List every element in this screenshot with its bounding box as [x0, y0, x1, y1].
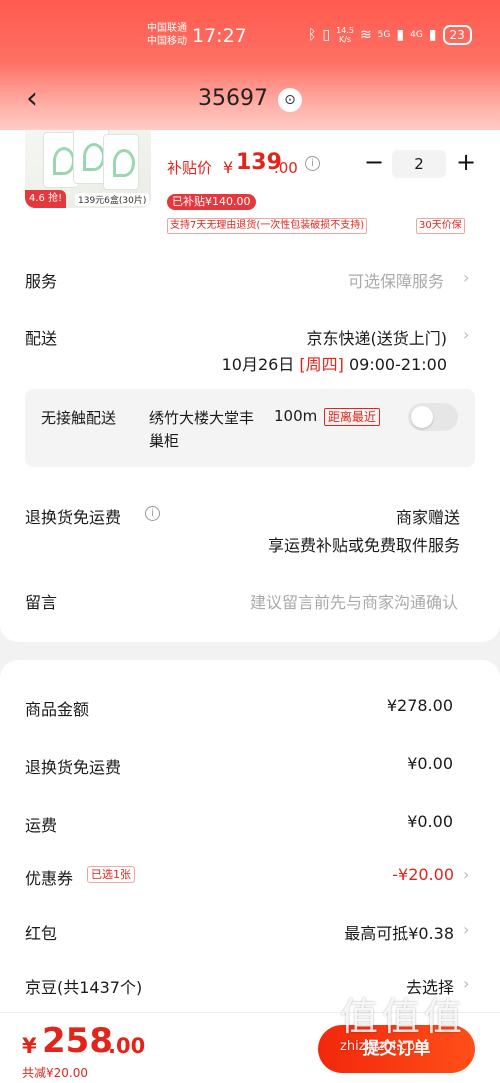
header-background: 中国联通 中国移动 17:27 ᛒ ▯ 14.5 K/s ≋ 5G ▮ 4G ▮… [0, 0, 500, 135]
contactless-toggle[interactable] [408, 403, 458, 431]
price-currency: ¥ [223, 158, 234, 177]
product-pack-icon [103, 134, 139, 190]
coupon-value[interactable]: -¥20.00 [392, 865, 454, 884]
coupon-selected-tag: 已选1张 [87, 866, 135, 883]
toggle-knob [411, 406, 433, 428]
nav-bar: ‹ 35697 ⊙ [0, 80, 500, 120]
page-title: 35697 [198, 86, 268, 111]
service-value[interactable]: 可选保障服务 [348, 268, 444, 292]
redpacket-label: 红包 [25, 924, 58, 943]
carrier-labels: 中国联通 中国移动 [147, 22, 187, 48]
vibrate-icon: ▯ [322, 27, 331, 43]
service-label: 服务 [25, 272, 58, 291]
coupon-label: 优惠券 [25, 869, 74, 888]
return-shipping-label: 退换货免运费 [25, 508, 122, 527]
delivery-schedule[interactable]: 10月26日 [周四] 09:00-21:00 [222, 351, 447, 375]
return-free-label: 退换货免运费 [25, 758, 122, 777]
goods-amount-value: ¥278.00 [386, 696, 453, 715]
goods-amount-label: 商品金额 [25, 700, 90, 719]
nearest-badge: 距离最近 [324, 408, 381, 426]
qty-minus-button[interactable]: − [364, 148, 384, 176]
redpacket-value[interactable]: 最高可抵¥0.38 [344, 920, 454, 944]
price-guarantee-tag: 30天价保 [416, 218, 465, 234]
info-icon[interactable]: i [305, 156, 320, 171]
spec-badge: 139元6盒(30片) [75, 193, 150, 206]
subsidy-price-label: 补贴价 [167, 159, 213, 177]
jingdou-label: 京豆(共1437个) [25, 978, 143, 997]
contactless-place: 绣竹大楼大堂丰巢柜 [149, 409, 255, 450]
chevron-right-icon[interactable]: › [463, 865, 469, 884]
discount-text: 共减¥20.00 [22, 1066, 88, 1080]
network-speed: 14.5 K/s [336, 26, 354, 44]
shipping-label: 运费 [25, 816, 58, 835]
chevron-right-icon[interactable]: › [463, 920, 469, 939]
return-shipping-desc: 享运费补贴或免费取件服务 [267, 536, 460, 555]
carrier-2: 中国移动 [147, 36, 187, 47]
return-shipping-value: 商家赠送 [395, 508, 460, 527]
delivery-time: 09:00-21:00 [349, 355, 447, 374]
speed-value: 14.5 [336, 26, 354, 35]
info-icon[interactable]: i [145, 506, 160, 521]
signal-icon: ▮ [396, 27, 405, 43]
rating-badge: 4.6 抢! [25, 190, 67, 208]
shipping-value: ¥0.00 [407, 812, 453, 831]
price-decimal: .00 [274, 159, 298, 177]
delivery-weekday: [周四] [299, 355, 344, 374]
watermark-logo: 值值值 [340, 995, 467, 1039]
watermark-site: zhizhizhi.com [340, 1039, 428, 1054]
quantity-field[interactable]: 2 [392, 150, 446, 178]
contactless-delivery-box: 无接触配送 绣竹大楼大堂丰巢柜 100m 距离最近 [25, 389, 475, 467]
status-bar: 中国联通 中国移动 17:27 ᛒ ▯ 14.5 K/s ≋ 5G ▮ 4G ▮… [0, 18, 500, 58]
contactless-label: 无接触配送 [41, 409, 117, 427]
chevron-right-icon[interactable]: › [463, 325, 469, 344]
return-free-value: ¥0.00 [407, 754, 453, 773]
net-4g-label: 4G [410, 30, 423, 40]
location-pin-icon[interactable]: ⊙ [278, 88, 302, 112]
delivery-label: 配送 [25, 329, 58, 348]
carrier-1: 中国联通 [147, 23, 187, 34]
battery-indicator: 23 [442, 25, 472, 45]
chevron-right-icon[interactable]: › [463, 268, 469, 287]
qty-plus-button[interactable]: + [456, 148, 476, 176]
speed-unit: K/s [338, 35, 352, 44]
bluetooth-icon: ᛒ [308, 27, 317, 43]
delivery-value[interactable]: 京东快递(送货上门) [307, 325, 448, 349]
subsidy-badge: 已补贴¥140.00 [167, 194, 256, 210]
product-image[interactable]: 4.6 抢! 139元6盒(30片) [25, 130, 151, 208]
total-decimal: .00 [108, 1034, 146, 1058]
message-input[interactable]: 建议留言前先与商家沟通确认 [250, 589, 458, 613]
watermark: 值值值 zhizhizhi.com [340, 995, 490, 1054]
total-integer: 258 [42, 1021, 113, 1061]
return-policy-tag: 支持7天无理由退货(一次性包装破损不支持) [167, 218, 368, 234]
net-5g-label: 5G [377, 30, 391, 40]
total-currency: ¥ [22, 1034, 37, 1058]
order-detail-card: 4.6 抢! 139元6盒(30片) 补贴价 ¥ 139 .00 i − 2 +… [0, 130, 500, 642]
wifi-icon: ≋ [359, 27, 372, 43]
system-icons: ᛒ ▯ 14.5 K/s ≋ 5G ▮ 4G ▮ 23 [308, 25, 472, 45]
chevron-right-icon[interactable]: › [463, 974, 469, 993]
status-time: 17:27 [192, 25, 247, 47]
signal-icon: ▮ [428, 27, 437, 43]
message-label: 留言 [25, 593, 58, 612]
contactless-distance: 100m [274, 407, 318, 425]
back-chevron-icon[interactable]: ‹ [26, 82, 38, 116]
delivery-date: 10月26日 [221, 355, 295, 374]
